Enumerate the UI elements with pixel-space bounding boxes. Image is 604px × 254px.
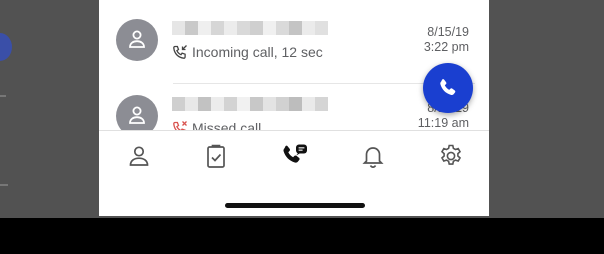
background-screen: Incoming call, 12 sec 8/15/19 3:22 pm Mi… — [0, 0, 604, 218]
phone-icon — [440, 79, 456, 96]
contacts-icon — [129, 146, 149, 166]
caller-name-redacted — [172, 21, 328, 35]
background-app-icon — [0, 33, 12, 61]
incoming-call-icon — [173, 45, 187, 59]
call-date: 8/15/19 — [427, 25, 469, 39]
tasks-clipboard-icon — [207, 144, 225, 168]
settings-gear-icon — [440, 144, 462, 165]
bottom-black-bar — [0, 218, 604, 254]
background-mark — [0, 95, 6, 97]
call-timestamp: 8/15/19 3:22 pm — [424, 25, 469, 55]
call-status: Missed call — [172, 120, 261, 130]
notifications-bell-icon — [362, 147, 384, 168]
calls-icon — [283, 144, 307, 163]
new-call-button[interactable] — [423, 63, 473, 113]
call-list-item[interactable]: Incoming call, 12 sec 8/15/19 3:22 pm — [99, 6, 489, 84]
call-time: 3:22 pm — [423, 40, 469, 54]
tab-settings[interactable] — [438, 143, 464, 171]
tab-tasks[interactable] — [203, 143, 229, 171]
bottom-tab-bar — [99, 130, 489, 183]
call-status: Incoming call, 12 sec — [172, 44, 323, 60]
person-icon — [129, 106, 145, 124]
call-status-text: Missed call — [192, 120, 262, 130]
tab-calls[interactable] — [281, 143, 307, 171]
tab-contacts[interactable] — [126, 143, 152, 171]
call-status-text: Incoming call, 12 sec — [192, 44, 323, 60]
call-time: 11:19 am — [417, 116, 469, 130]
background-mark — [0, 184, 8, 186]
avatar — [116, 19, 158, 61]
caller-name-redacted — [172, 97, 328, 111]
avatar — [116, 95, 158, 130]
phone-screen: Incoming call, 12 sec 8/15/19 3:22 pm Mi… — [99, 0, 489, 216]
call-history-list: Incoming call, 12 sec 8/15/19 3:22 pm Mi… — [99, 0, 489, 130]
tab-notifications[interactable] — [360, 143, 386, 171]
missed-call-icon — [173, 121, 187, 130]
home-indicator[interactable] — [225, 203, 365, 208]
person-icon — [129, 30, 145, 48]
